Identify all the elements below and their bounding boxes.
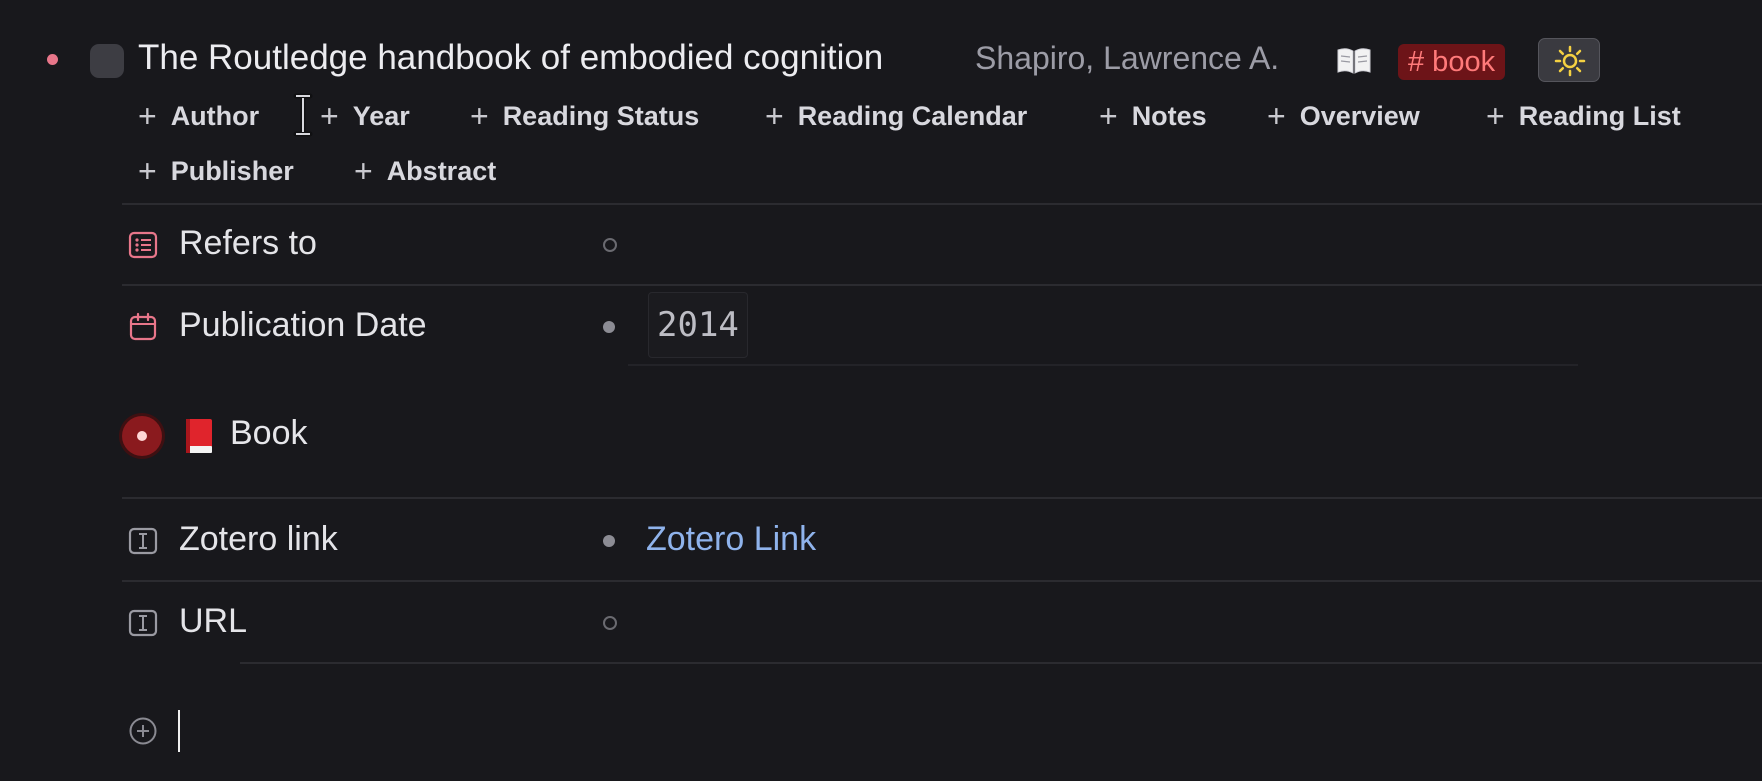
value-bullet[interactable] (603, 321, 615, 333)
add-overview-button[interactable]: + Overview (1267, 96, 1420, 136)
add-reading-calendar-button[interactable]: + Reading Calendar (765, 96, 1027, 136)
add-reading-status-button[interactable]: + Reading Status (470, 96, 699, 136)
property-label[interactable]: Zotero link (179, 520, 338, 559)
divider (122, 203, 1762, 205)
divider (122, 497, 1762, 499)
add-author-button[interactable]: + Author (138, 96, 259, 136)
text-cursor-ibeam-icon (293, 93, 313, 137)
tag-node-label[interactable]: Book (230, 414, 308, 453)
tag-node-bullet[interactable] (122, 416, 162, 456)
block-title-row: The Routledge handbook of embodied cogni… (0, 30, 1762, 90)
add-circle-icon[interactable] (128, 716, 158, 746)
text-caret (178, 710, 180, 752)
property-zotero-link: Zotero link Zotero Link (122, 504, 1762, 574)
open-book-icon (1337, 48, 1371, 74)
empty-value-dot[interactable] (603, 616, 617, 630)
property-publication-date: Publication Date 2014 (122, 292, 1762, 362)
zotero-link[interactable]: Zotero Link (646, 520, 816, 559)
add-notes-button[interactable]: + Notes (1099, 96, 1207, 136)
divider (628, 364, 1578, 366)
property-label[interactable]: Refers to (179, 224, 317, 263)
calendar-icon (129, 312, 157, 341)
property-label[interactable]: Publication Date (179, 306, 427, 345)
block-bullet[interactable] (47, 54, 58, 65)
property-refers-to: Refers to (122, 210, 1762, 280)
page-title[interactable]: The Routledge handbook of embodied cogni… (138, 38, 883, 78)
add-publisher-button[interactable]: + Publisher (138, 151, 294, 191)
theme-toggle-button[interactable] (1538, 38, 1600, 82)
property-label[interactable]: URL (179, 602, 247, 641)
divider (122, 580, 1762, 582)
add-fields-row-1: + Author + Year + Reading Status + Reading C… (138, 96, 1762, 136)
red-book-icon (186, 419, 212, 453)
property-url: URL (122, 586, 1762, 656)
tag-node-bullet-center (137, 431, 147, 441)
divider (122, 284, 1762, 286)
book-tag[interactable]: # book (1398, 44, 1506, 80)
todo-checkbox[interactable] (90, 44, 124, 78)
empty-value-dot[interactable] (603, 238, 617, 252)
divider (240, 662, 1762, 664)
value-bullet[interactable] (603, 535, 615, 547)
list-icon (128, 231, 158, 259)
add-fields-row-2: + Publisher + Abstract (138, 151, 1762, 191)
publication-year-value[interactable]: 2014 (648, 292, 748, 358)
sun-icon (1554, 45, 1586, 77)
add-year-button[interactable]: + Year (320, 96, 410, 136)
add-abstract-button[interactable]: + Abstract (354, 151, 496, 191)
text-field-icon (128, 527, 158, 555)
text-field-icon (128, 609, 158, 637)
add-reading-list-button[interactable]: + Reading List (1486, 96, 1681, 136)
author-text[interactable]: Shapiro, Lawrence A. (975, 40, 1279, 77)
